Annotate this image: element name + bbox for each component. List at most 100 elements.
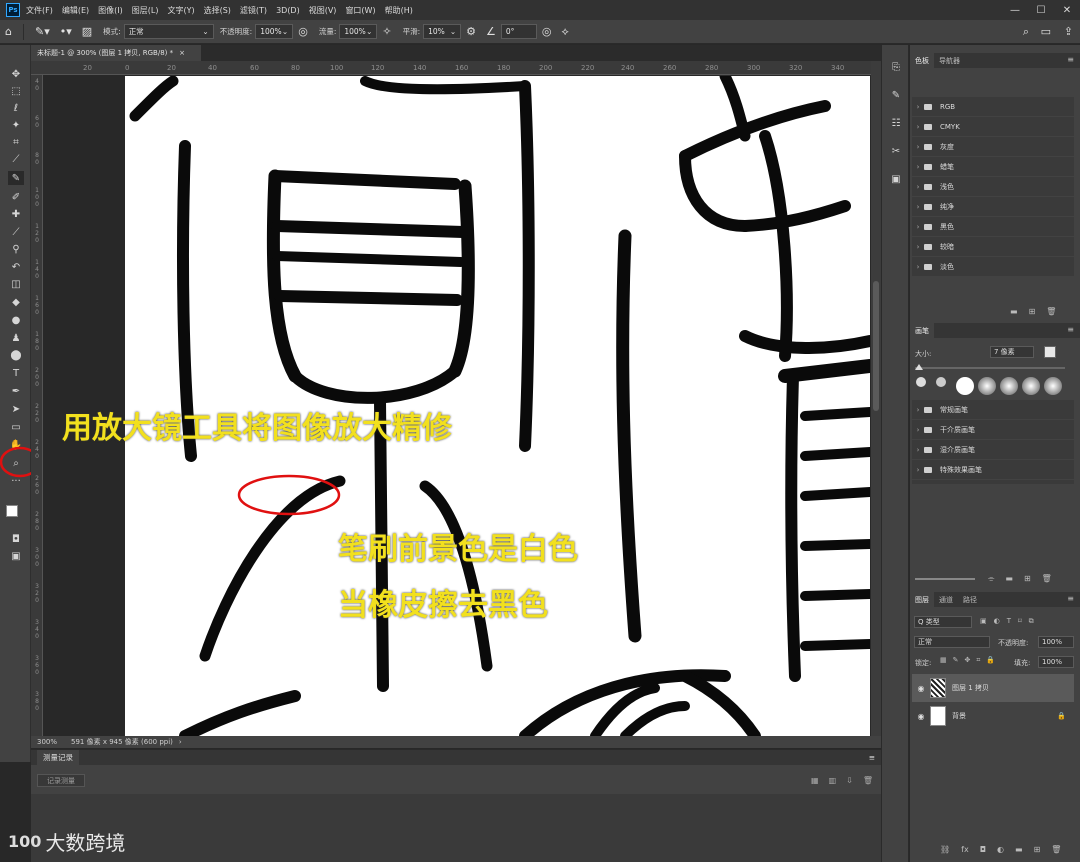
brush-tool-icon[interactable]: ✎ (8, 171, 24, 185)
trash-icon[interactable]: 🗑 (863, 776, 873, 785)
brush-thumbnail[interactable] (936, 377, 946, 387)
tab-close-icon[interactable]: × (179, 49, 185, 57)
swatch-group-cmyk[interactable]: › CMYK (912, 117, 1074, 137)
lock-artboard-icon[interactable]: ⌗ (976, 656, 980, 665)
angle-input[interactable]: 0° (500, 24, 537, 39)
menu-3d[interactable]: 3D(D) (276, 6, 300, 15)
eye-icon[interactable]: ◉ (912, 712, 930, 721)
type-filter-icon[interactable]: T (1007, 617, 1011, 626)
menu-view[interactable]: 视图(V) (309, 5, 337, 16)
minimize-button[interactable]: — (1002, 0, 1028, 20)
search-icon[interactable]: ⌕ (1023, 25, 1029, 39)
swatch-group-pure[interactable]: › 纯净 (912, 197, 1074, 217)
maximize-button[interactable]: ☐ (1028, 0, 1054, 20)
layer-row[interactable]: ◉ 背景 🔒 (912, 702, 1074, 730)
document-tab[interactable]: 未标题-1 @ 300% (图层 1 拷贝, RGB/8) * × (31, 45, 201, 61)
add-mask-icon[interactable]: ◘ (980, 845, 986, 854)
share-icon[interactable]: ⇪ (1064, 25, 1073, 38)
brush-group-dry-media[interactable]: › 干介质画笔 (912, 420, 1074, 440)
select-all-icon[interactable]: ▦ (811, 776, 819, 785)
swatch-group-dark[interactable]: › 较暗 (912, 237, 1074, 257)
symmetry-icon[interactable]: ⟡ (561, 25, 568, 39)
foreground-color-swatch[interactable] (6, 505, 18, 517)
panel-menu-icon[interactable]: ≡ (1067, 325, 1074, 334)
menu-help[interactable]: 帮助(H) (385, 5, 413, 16)
brush-size-slider[interactable] (915, 364, 1065, 370)
brush-thumbnail[interactable] (956, 377, 974, 395)
crop-tool-icon[interactable]: ⌗ (8, 135, 24, 149)
thumbnail-size-slider[interactable] (915, 578, 975, 580)
new-group-icon[interactable]: ▬ (1015, 845, 1023, 854)
panel-menu-icon[interactable]: ≡ (1067, 55, 1074, 64)
blur-tool-icon[interactable]: ● (8, 313, 24, 327)
deselect-icon[interactable]: ▥ (829, 776, 837, 785)
paint-bucket-tool-icon[interactable]: ◆ (8, 295, 24, 309)
trash-icon[interactable]: 🗑 (1051, 845, 1061, 854)
smart-object-filter-icon[interactable]: ⧉ (1029, 617, 1034, 626)
brush-thumbnail[interactable] (978, 377, 996, 395)
history-brush-tool-icon[interactable]: ↶ (8, 260, 24, 274)
airbrush-icon[interactable]: ✧ (382, 25, 391, 38)
tool-presets-icon[interactable]: ✂ (889, 144, 903, 158)
eraser-tool-icon[interactable]: ◫ (8, 277, 24, 291)
mixer-brush-tool-icon[interactable]: ⟋ (8, 225, 24, 239)
swatch-group-gray[interactable]: › 灰度 (912, 137, 1074, 157)
menu-file[interactable]: 文件(F) (26, 5, 53, 16)
panel-menu-icon[interactable]: ≡ (1067, 594, 1074, 603)
menu-filter[interactable]: 滤镜(T) (240, 5, 267, 16)
swatch-group-rgb[interactable]: › RGB (912, 97, 1074, 117)
brush-thumbnail[interactable] (1000, 377, 1018, 395)
home-icon[interactable]: ⌂ (5, 25, 12, 38)
brush-settings-icon[interactable]: ✎ (889, 88, 903, 102)
adjustment-layer-icon[interactable]: ◐ (997, 845, 1004, 854)
trash-icon[interactable]: 🗑 (1042, 574, 1052, 584)
tab-layers[interactable]: 图层 (910, 592, 934, 607)
layer-filter-select[interactable]: Q 类型 (914, 616, 972, 628)
pencil-tool-icon[interactable]: ✐ (8, 190, 24, 204)
tab-measurement-log[interactable]: 测量记录 (37, 750, 79, 765)
dodge-tool-icon[interactable]: ♟ (8, 331, 24, 345)
trash-icon[interactable]: 🗑 (1046, 307, 1056, 316)
new-brush-icon[interactable]: ⊞ (1024, 574, 1031, 584)
gear-icon[interactable]: ⚙ (466, 25, 476, 38)
shape-filter-icon[interactable]: ⌑ (1018, 617, 1022, 626)
pixel-filter-icon[interactable]: ▣ (980, 617, 987, 626)
lock-transparent-icon[interactable]: ▦ (940, 656, 947, 665)
eyedropper-tool-icon[interactable]: ⟋ (8, 152, 24, 166)
move-tool-icon[interactable]: ✥ (8, 67, 24, 81)
path-selection-tool-icon[interactable]: ➤ (8, 402, 24, 416)
opacity-input[interactable]: 100% ⌄ (255, 24, 294, 39)
clone-stamp-tool-icon[interactable]: ⚲ (8, 242, 24, 256)
adjustment-filter-icon[interactable]: ◐ (994, 617, 1000, 626)
slider-handle[interactable] (915, 364, 923, 370)
new-swatch-icon[interactable]: ⊞ (1029, 307, 1036, 316)
tab-brushes[interactable]: 画笔 (910, 323, 934, 338)
new-group-icon[interactable]: ▬ (1005, 574, 1013, 584)
record-measurement-button[interactable]: 记录测量 (37, 774, 85, 787)
brush-group-special-effects[interactable]: › 特殊效果画笔 (912, 460, 1074, 480)
tab-paths[interactable]: 路径 (958, 592, 982, 607)
close-window-button[interactable]: ✕ (1054, 0, 1080, 20)
marquee-tool-icon[interactable]: ⬚ (8, 84, 24, 98)
tab-navigator[interactable]: 导航器 (934, 53, 965, 68)
new-layer-icon[interactable]: ⊞ (1034, 845, 1041, 854)
brush-thumbnail[interactable] (1022, 377, 1040, 395)
pen-tool-icon[interactable]: ✒ (8, 384, 24, 398)
clone-source-icon[interactable]: ▣ (889, 172, 903, 186)
brush-size-picker-icon[interactable]: •▾ (60, 25, 72, 38)
layer-row-selected[interactable]: ◉ 图层 1 拷贝 (912, 674, 1074, 702)
sponge-tool-icon[interactable]: ⬤ (8, 348, 24, 362)
menu-window[interactable]: 窗口(W) (345, 5, 375, 16)
menu-layer[interactable]: 图层(L) (132, 5, 159, 16)
export-icon[interactable]: ⇩ (846, 776, 853, 785)
brush-group-general[interactable]: › 常规画笔 (912, 400, 1074, 420)
magic-wand-tool-icon[interactable]: ✦ (8, 118, 24, 132)
healing-brush-tool-icon[interactable]: ✚ (8, 207, 24, 221)
new-group-icon[interactable]: ▬ (1010, 307, 1018, 316)
zoom-level[interactable]: 300% (37, 738, 57, 746)
mode-select[interactable]: 正常 ⌄ (123, 24, 214, 39)
brush-thumbnail[interactable] (1044, 377, 1062, 395)
menu-select[interactable]: 选择(S) (204, 5, 231, 16)
pressure-size-icon[interactable]: ◎ (542, 25, 552, 38)
tab-swatches[interactable]: 色板 (910, 53, 934, 68)
